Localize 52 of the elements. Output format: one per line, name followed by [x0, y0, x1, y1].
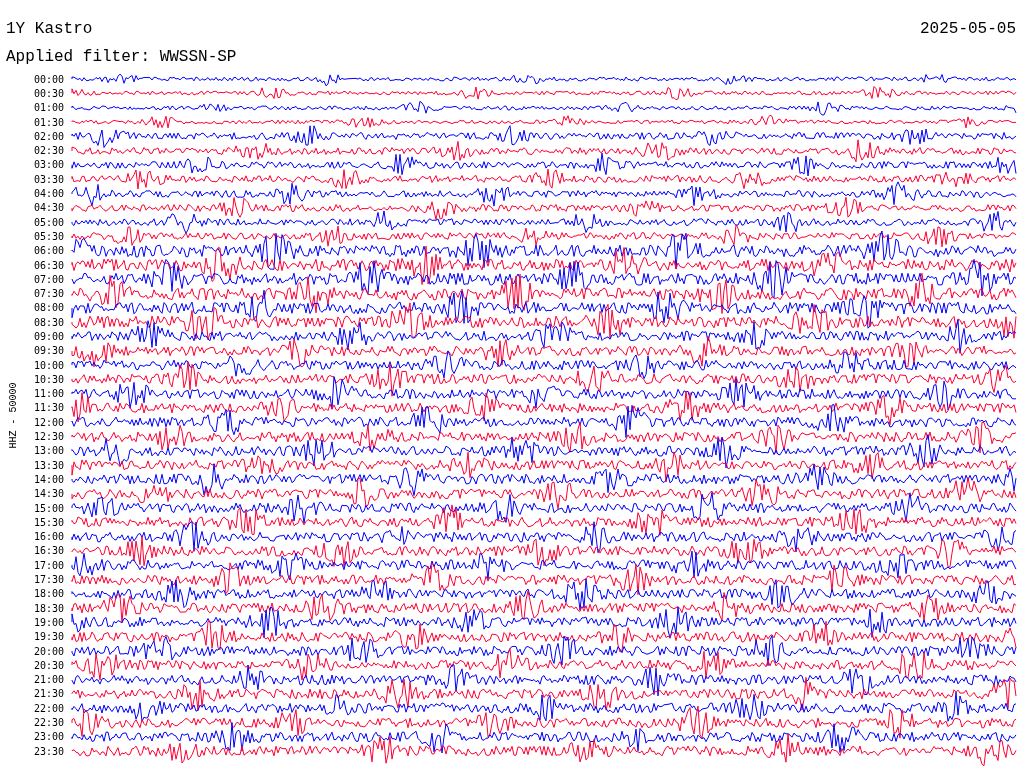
time-label: 20:00	[32, 645, 65, 657]
time-label: 08:00	[32, 302, 65, 314]
time-label: 21:30	[32, 688, 65, 700]
time-label: 11:00	[32, 388, 65, 400]
time-label: 21:00	[32, 674, 65, 686]
time-label: 02:30	[32, 145, 65, 157]
time-label: 17:00	[32, 559, 65, 571]
time-label: 09:30	[32, 345, 65, 357]
time-label: 22:30	[32, 717, 65, 728]
time-label: 04:30	[32, 202, 65, 214]
time-label: 13:00	[32, 445, 65, 457]
station-name: 1Y Kastro	[6, 20, 93, 38]
time-label: 00:30	[32, 87, 65, 99]
time-label: 10:00	[32, 359, 65, 371]
plot-date: 2025-05-05	[920, 20, 1016, 38]
time-label: 16:30	[32, 545, 65, 557]
axis-label: HHZ - 50000	[7, 382, 19, 449]
time-label: 01:00	[32, 102, 65, 114]
time-label: 06:00	[32, 245, 65, 257]
time-label: 00:00	[32, 73, 65, 85]
time-label: 12:30	[32, 431, 65, 443]
time-label: 23:00	[32, 731, 65, 743]
time-label: 23:30	[32, 745, 65, 757]
time-label: 04:00	[32, 188, 65, 199]
time-label: 07:30	[32, 288, 65, 300]
time-label: 18:00	[32, 588, 65, 600]
time-label: 05:00	[32, 216, 65, 228]
time-label: 19:00	[32, 616, 65, 628]
time-label: 20:30	[32, 659, 65, 671]
time-label: 03:30	[32, 173, 65, 185]
time-label: 17:30	[32, 574, 65, 586]
time-label: 09:00	[32, 331, 65, 342]
time-label: 12:00	[32, 416, 65, 428]
time-label: 03:00	[32, 159, 65, 171]
time-label: 02:00	[32, 130, 65, 142]
time-label: 14:30	[32, 488, 65, 500]
time-label: 22:00	[32, 702, 65, 714]
time-label: 15:00	[32, 502, 65, 514]
time-label: 05:30	[32, 230, 65, 242]
time-label: 10:30	[32, 373, 65, 385]
filter-label: Applied filter: WWSSN-SP	[6, 48, 238, 66]
time-label: 18:30	[32, 602, 65, 614]
time-label: 16:00	[32, 531, 65, 543]
time-label: 07:00	[32, 273, 65, 285]
time-label: 01:30	[32, 116, 65, 128]
time-label: 19:30	[32, 631, 65, 643]
time-label: 06:30	[32, 259, 65, 271]
time-label: 11:30	[32, 402, 65, 414]
time-label: 14:00	[32, 473, 65, 485]
time-label: 13:30	[32, 459, 65, 471]
time-label: 15:30	[32, 516, 65, 528]
time-label: 08:30	[32, 316, 65, 328]
